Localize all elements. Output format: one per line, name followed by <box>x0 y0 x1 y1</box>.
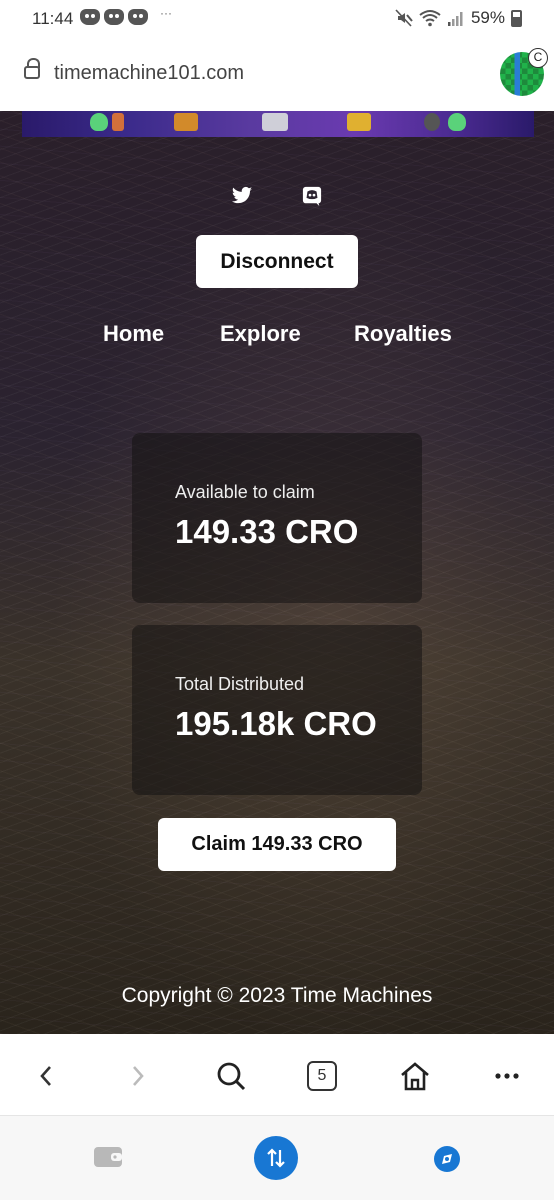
available-label: Available to claim <box>175 482 315 502</box>
search-icon <box>217 1062 246 1091</box>
nav-explore[interactable]: Explore <box>220 321 301 347</box>
social-links <box>0 186 554 206</box>
banner-art <box>112 113 124 131</box>
battery-percent: 59% <box>470 8 505 27</box>
signal-icon <box>447 12 463 26</box>
twitter-icon[interactable] <box>231 186 253 206</box>
discord-notification-icon <box>80 9 100 25</box>
bottom-app-bar <box>0 1116 554 1200</box>
url-text[interactable]: timemachine101.com <box>54 62 244 85</box>
tab-count: 5 <box>307 1061 337 1091</box>
menu-button[interactable] <box>489 1058 525 1094</box>
status-time: 11:44 <box>32 9 74 28</box>
banner-art <box>347 113 371 131</box>
banner-art <box>424 113 440 131</box>
banner-art <box>90 113 108 131</box>
home-button[interactable] <box>397 1058 433 1094</box>
search-button[interactable] <box>213 1058 249 1094</box>
notification-icons <box>80 9 148 25</box>
discord-icon[interactable] <box>301 186 323 206</box>
nav-royalties[interactable]: Royalties <box>354 321 452 347</box>
nav-home[interactable]: Home <box>103 321 164 347</box>
claim-button[interactable]: Claim 149.33 CRO <box>158 818 396 871</box>
discord-notification-icon <box>128 9 148 25</box>
battery-icon <box>511 9 522 27</box>
total-distributed-card: Total Distributed 195.18k CRO <box>132 625 422 795</box>
available-value: 149.33 CRO <box>175 513 359 550</box>
disconnect-button[interactable]: Disconnect <box>196 235 358 288</box>
explore-button[interactable] <box>432 1144 462 1174</box>
back-button[interactable] <box>28 1058 64 1094</box>
web-page: Disconnect Home Explore Royalties Availa… <box>0 111 554 1034</box>
banner-art <box>448 113 466 131</box>
more-horizontal-icon <box>495 1073 519 1079</box>
chevron-left-icon <box>40 1066 51 1086</box>
forward-button[interactable] <box>120 1058 156 1094</box>
more-notifications-icon: ··· <box>160 6 172 20</box>
wifi-icon <box>419 10 441 27</box>
distributed-label: Total Distributed <box>175 674 305 694</box>
home-icon <box>401 1062 429 1091</box>
compass-icon <box>434 1146 460 1172</box>
profile-badge: C <box>528 48 548 68</box>
mute-icon <box>395 9 413 27</box>
main-nav: Home Explore Royalties <box>0 321 554 351</box>
status-bar: 11:44 ··· 59% <box>0 0 554 38</box>
discord-notification-icon <box>104 9 124 25</box>
distributed-value: 195.18k CRO <box>175 705 377 742</box>
banner-art <box>174 113 198 131</box>
hero-banner-image <box>22 111 534 137</box>
banner-art <box>262 113 288 131</box>
transfer-button[interactable] <box>254 1136 298 1180</box>
wallet-icon <box>94 1147 122 1167</box>
available-to-claim-card: Available to claim 149.33 CRO <box>132 433 422 603</box>
chevron-right-icon <box>133 1066 144 1086</box>
system-status: 59% <box>395 8 522 28</box>
copyright-text: Copyright © 2023 Time Machines <box>121 984 433 1007</box>
tabs-button[interactable]: 5 <box>304 1058 340 1094</box>
swap-vertical-icon <box>267 1148 285 1168</box>
lock-icon[interactable] <box>24 58 40 79</box>
wallet-button[interactable] <box>92 1144 124 1170</box>
browser-toolbar: 5 <box>0 1034 554 1116</box>
browser-url-bar[interactable]: timemachine101.com C <box>0 38 554 111</box>
